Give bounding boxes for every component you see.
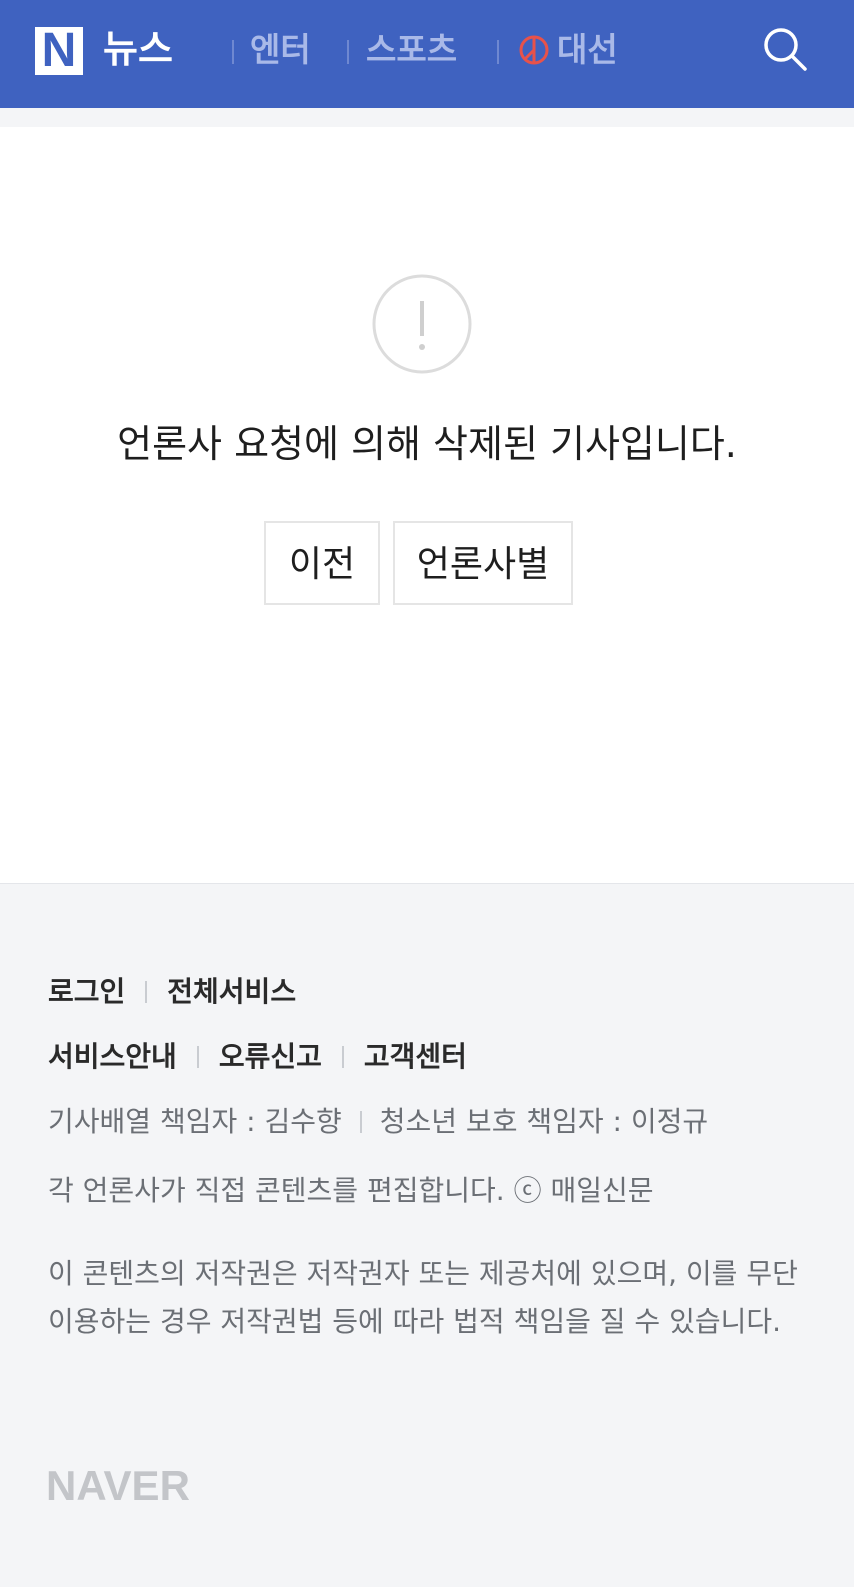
nav-item-entertainment[interactable]: 엔터 <box>250 28 311 72</box>
footer-separator <box>341 1046 344 1068</box>
copyright-notice: 이 콘텐츠의 저작권은 저작권자 또는 제공처에 있으며, 이를 무단 이용하는… <box>48 1257 798 1338</box>
edit-note: 각 언론사가 직접 콘텐츠를 편집합니다. ⓒ 매일신문 <box>48 1174 654 1207</box>
nav-separator <box>347 40 349 64</box>
service-info-link[interactable]: 서비스안내 <box>48 1037 177 1077</box>
login-link[interactable]: 로그인 <box>48 972 125 1012</box>
youth-protection-responsible[interactable]: 청소년 보호 책임자 : 이정규 <box>380 1105 708 1138</box>
nav-separator <box>232 40 234 64</box>
naver-n-logo[interactable]: N <box>35 27 83 75</box>
responsible-persons: 기사배열 책임자 : 김수향 청소년 보호 책임자 : 이정규 <box>48 1098 808 1146</box>
top-header: N 뉴스 엔터 스포츠 대선 <box>0 0 854 108</box>
customer-center-link[interactable]: 고객센터 <box>364 1037 467 1077</box>
all-services-link[interactable]: 전체서비스 <box>167 972 296 1012</box>
nav-item-election[interactable]: 대선 <box>557 28 618 72</box>
naver-logo[interactable]: NAVER <box>46 1465 190 1507</box>
nav-separator <box>497 40 499 64</box>
prev-button[interactable]: 이전 <box>264 521 380 605</box>
exclamation-circle-icon <box>372 274 472 374</box>
article-deleted-panel: 언론사 요청에 의해 삭제된 기사입니다. 이전 언론사별 <box>0 127 854 884</box>
error-report-link[interactable]: 오류신고 <box>219 1037 322 1077</box>
footer-links-row-1: 로그인 전체서비스 <box>48 972 296 1012</box>
editor-responsible: 기사배열 책임자 : 김수향 <box>48 1105 342 1138</box>
footer-separator <box>145 981 148 1003</box>
election-icon <box>519 35 549 65</box>
by-press-button[interactable]: 언론사별 <box>393 521 573 605</box>
footer-separator <box>359 1111 362 1133</box>
nav-item-sports[interactable]: 스포츠 <box>366 28 457 72</box>
footer-separator <box>196 1046 199 1068</box>
search-icon[interactable] <box>762 26 808 72</box>
deleted-article-message: 언론사 요청에 의해 삭제된 기사입니다. <box>117 422 737 466</box>
news-logo-text[interactable]: 뉴스 <box>103 24 173 74</box>
footer-links-row-2: 서비스안내 오류신고 고객센터 <box>48 1037 467 1077</box>
